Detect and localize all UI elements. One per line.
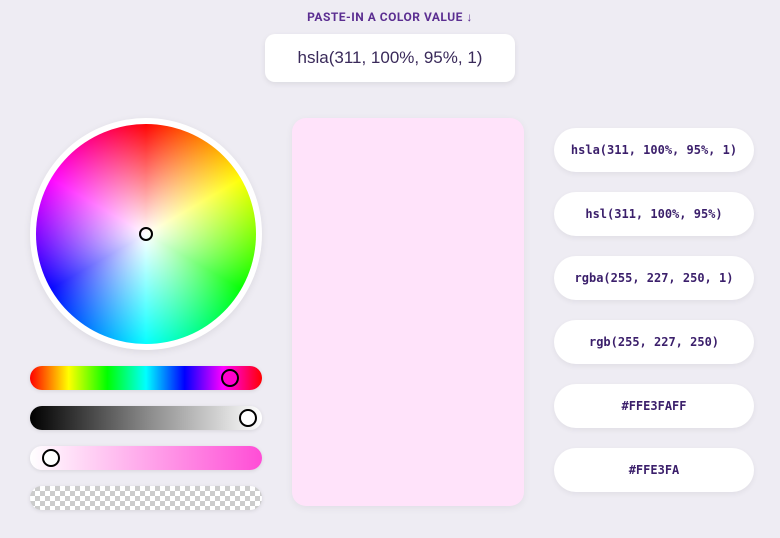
controls-column [30, 118, 262, 510]
hex6-button[interactable]: #FFE3FA [554, 448, 754, 492]
hsla-button[interactable]: hsla(311, 100%, 95%, 1) [554, 128, 754, 172]
lightness-slider-thumb[interactable] [42, 449, 60, 467]
saturation-slider-thumb[interactable] [239, 409, 257, 427]
rgb-button[interactable]: rgb(255, 227, 250) [554, 320, 754, 364]
hue-slider-thumb[interactable] [221, 369, 239, 387]
wheel-marker[interactable] [139, 227, 153, 241]
rgba-button[interactable]: rgba(255, 227, 250, 1) [554, 256, 754, 300]
formats-column: hsla(311, 100%, 95%, 1) hsl(311, 100%, 9… [554, 128, 754, 492]
main-area: hsla(311, 100%, 95%, 1) hsl(311, 100%, 9… [0, 118, 780, 538]
saturation-slider[interactable] [30, 406, 262, 430]
color-wheel[interactable] [30, 118, 262, 350]
hsl-button[interactable]: hsl(311, 100%, 95%) [554, 192, 754, 236]
color-input[interactable] [265, 34, 515, 82]
lightness-slider[interactable] [30, 446, 262, 470]
color-swatch [292, 118, 524, 506]
alpha-slider[interactable] [30, 486, 262, 510]
paste-label: PASTE-IN A COLOR VALUE ↓ [0, 0, 780, 24]
hex8-button[interactable]: #FFE3FAFF [554, 384, 754, 428]
hue-slider[interactable] [30, 366, 262, 390]
